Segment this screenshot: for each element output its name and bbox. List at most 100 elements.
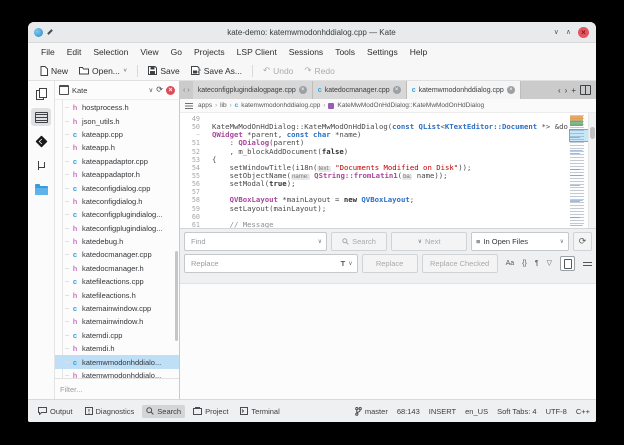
- statusbar-syntax-mode[interactable]: C++: [576, 407, 590, 416]
- file-item[interactable]: hkatefileactions.h: [55, 288, 179, 301]
- symbols-branch-icon[interactable]: [31, 156, 51, 174]
- minimize-button[interactable]: ∨: [554, 29, 559, 36]
- file-item[interactable]: hkatemwmodonhddialo...: [55, 369, 179, 378]
- replace-checked-button[interactable]: Replace Checked: [422, 254, 498, 273]
- tune-icon[interactable]: [583, 260, 592, 268]
- tab-close-icon[interactable]: ×: [299, 86, 307, 94]
- maximize-button[interactable]: ∧: [566, 29, 571, 36]
- menu-view[interactable]: View: [135, 45, 163, 59]
- documents-icon[interactable]: [31, 84, 51, 102]
- statusbar-tab-mode[interactable]: Soft Tabs: 4: [497, 407, 536, 416]
- tree-list-icon[interactable]: [31, 108, 51, 126]
- file-item[interactable]: ckatemainwindow.cpp: [55, 302, 179, 315]
- statusbar-dictionary[interactable]: en_US: [465, 407, 488, 416]
- file-item[interactable]: hkatemdi.h: [55, 342, 179, 355]
- pilcrow-icon[interactable]: ¶: [535, 260, 539, 267]
- statusbar-diagnostics[interactable]: Diagnostics: [81, 405, 139, 418]
- breadcrumb-item[interactable]: katemwmodonhddialog.cpp: [241, 102, 320, 109]
- menu-file[interactable]: File: [36, 45, 60, 59]
- match-case-icon[interactable]: Aa: [506, 260, 515, 267]
- statusbar-input-mode[interactable]: INSERT: [429, 407, 456, 416]
- file-item[interactable]: ckatemwmodonhddialo...: [55, 355, 179, 368]
- refresh-icon[interactable]: ⟳: [156, 86, 163, 94]
- kde-diamond-icon[interactable]: [31, 132, 51, 150]
- next-button[interactable]: ∨ Next: [391, 232, 467, 251]
- undo-button[interactable]: ↶Undo: [259, 64, 297, 77]
- code-line[interactable]: 52 , m_blockAddDocument(false): [180, 148, 568, 156]
- replace-input[interactable]: [189, 258, 338, 269]
- scrollbar-thumb[interactable]: [590, 127, 595, 140]
- breadcrumb-item[interactable]: lib: [220, 102, 227, 109]
- sidebar-close-icon[interactable]: ×: [166, 86, 175, 95]
- history-back-icon[interactable]: ‹: [183, 87, 185, 94]
- tab-scroll-left-icon[interactable]: ‹: [558, 86, 561, 95]
- search-results-area[interactable]: [180, 283, 596, 399]
- match-type-icon[interactable]: T: [341, 259, 346, 268]
- menu-selection[interactable]: Selection: [88, 45, 133, 59]
- statusbar-branch[interactable]: master: [355, 407, 388, 416]
- find-input[interactable]: [189, 236, 315, 247]
- file-item[interactable]: hkatedocmanager.h: [55, 262, 179, 275]
- file-item[interactable]: hhostprocess.h: [55, 101, 179, 114]
- file-item[interactable]: hkatedebug.h: [55, 235, 179, 248]
- menu-edit[interactable]: Edit: [62, 45, 87, 59]
- file-item[interactable]: ckatemdi.cpp: [55, 329, 179, 342]
- statusbar-output[interactable]: Output: [34, 405, 77, 418]
- breadcrumb-item[interactable]: KateMwModOnHdDialog::KateMwModOnHdDialog: [337, 102, 484, 109]
- file-item[interactable]: ckateconfigdialog.cpp: [55, 181, 179, 194]
- breadcrumb-item[interactable]: apps: [198, 102, 212, 109]
- filter-icon[interactable]: ▽: [547, 260, 552, 267]
- file-item[interactable]: hkatemainwindow.h: [55, 315, 179, 328]
- chevron-down-icon[interactable]: ∨: [318, 238, 322, 245]
- split-view-icon[interactable]: [580, 85, 591, 95]
- file-item[interactable]: ckateapp.cpp: [55, 128, 179, 141]
- file-item[interactable]: ckatefileactions.cpp: [55, 275, 179, 288]
- tab-kateconfigplugindialogpage[interactable]: kateconfigplugindialogpage.cpp ×: [193, 81, 313, 99]
- statusbar-cursor-position[interactable]: 68:143: [397, 407, 420, 416]
- tab-katedocmanager[interactable]: c katedocmanager.cpp ×: [313, 81, 407, 99]
- file-item[interactable]: hkateappadaptor.h: [55, 168, 179, 181]
- filter-input[interactable]: [58, 384, 176, 395]
- search-button[interactable]: Search: [331, 232, 387, 251]
- redo-button[interactable]: ↷Redo: [300, 64, 338, 77]
- sync-button[interactable]: ⟳: [573, 232, 592, 251]
- menu-help[interactable]: Help: [405, 45, 432, 59]
- chevron-down-icon[interactable]: ∨: [348, 260, 352, 267]
- code-line[interactable]: 56 setModal(true);: [180, 180, 568, 188]
- menu-go[interactable]: Go: [166, 45, 187, 59]
- sidebar-scrollbar[interactable]: [175, 251, 178, 341]
- statusbar-project[interactable]: Project: [189, 405, 232, 418]
- menu-sessions[interactable]: Sessions: [284, 45, 329, 59]
- statusbar-search[interactable]: Search: [142, 405, 185, 418]
- save-button[interactable]: Save: [144, 65, 183, 77]
- file-item[interactable]: ckateappadaptor.cpp: [55, 155, 179, 168]
- tab-close-icon[interactable]: ×: [507, 86, 515, 94]
- projects-folder-icon[interactable]: [31, 180, 51, 198]
- minimap[interactable]: [570, 115, 588, 226]
- replace-button[interactable]: Replace: [362, 254, 418, 273]
- menu-lsp-client[interactable]: LSP Client: [232, 45, 282, 59]
- file-item[interactable]: hjson_utils.h: [55, 114, 179, 127]
- new-tab-icon[interactable]: +: [571, 86, 576, 95]
- menu-projects[interactable]: Projects: [189, 45, 230, 59]
- file-item[interactable]: hkateapp.h: [55, 141, 179, 154]
- file-item[interactable]: ckatedocmanager.cpp: [55, 248, 179, 261]
- breadcrumb-menu-icon[interactable]: [185, 103, 193, 109]
- file-item[interactable]: hkateconfigdialog.h: [55, 195, 179, 208]
- menu-tools[interactable]: Tools: [330, 45, 360, 59]
- statusbar-terminal[interactable]: Terminal: [236, 405, 283, 418]
- new-button[interactable]: New: [36, 65, 72, 77]
- chevron-down-icon[interactable]: ∨: [149, 86, 154, 94]
- braces-icon[interactable]: {}: [522, 260, 527, 267]
- pin-icon[interactable]: [47, 29, 54, 36]
- close-button[interactable]: ×: [578, 27, 589, 38]
- code-line[interactable]: 61 // Message: [180, 221, 568, 228]
- file-item[interactable]: ckateconfigplugindialog...: [55, 208, 179, 221]
- open-button[interactable]: Open...∨: [75, 65, 131, 77]
- code-editor[interactable]: 4950KateMwModOnHdDialog::KateMwModOnHdDi…: [180, 113, 596, 228]
- tab-scroll-right-icon[interactable]: ›: [565, 86, 568, 95]
- tab-katemwmodonhddialog[interactable]: c katemwmodonhddialog.cpp ×: [407, 81, 521, 99]
- menu-settings[interactable]: Settings: [362, 45, 403, 59]
- document-icon[interactable]: [560, 256, 575, 271]
- save-as-button[interactable]: Save As...: [187, 65, 246, 77]
